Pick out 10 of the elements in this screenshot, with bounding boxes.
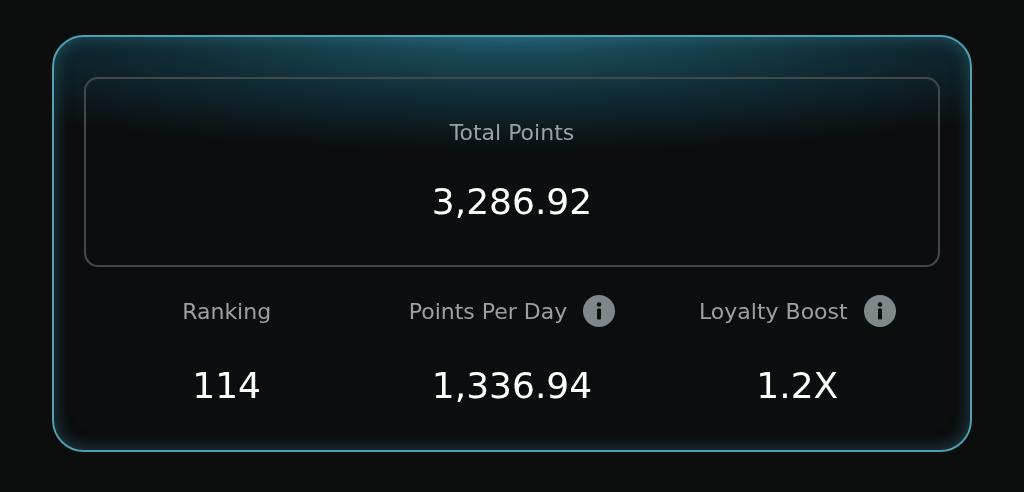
stat-value: 1.2X xyxy=(756,364,839,408)
info-icon[interactable] xyxy=(583,295,616,327)
total-value: 3,286.92 xyxy=(431,179,593,224)
stat-label: Ranking xyxy=(182,297,272,326)
stat-label: Loyalty Boost xyxy=(698,297,848,326)
total-label: Total Points xyxy=(449,118,575,147)
stat-value: 114 xyxy=(192,364,261,408)
info-icon[interactable] xyxy=(863,295,896,327)
stat-value: 1,336.94 xyxy=(431,364,593,408)
stat-label: Points Per Day xyxy=(408,297,568,326)
